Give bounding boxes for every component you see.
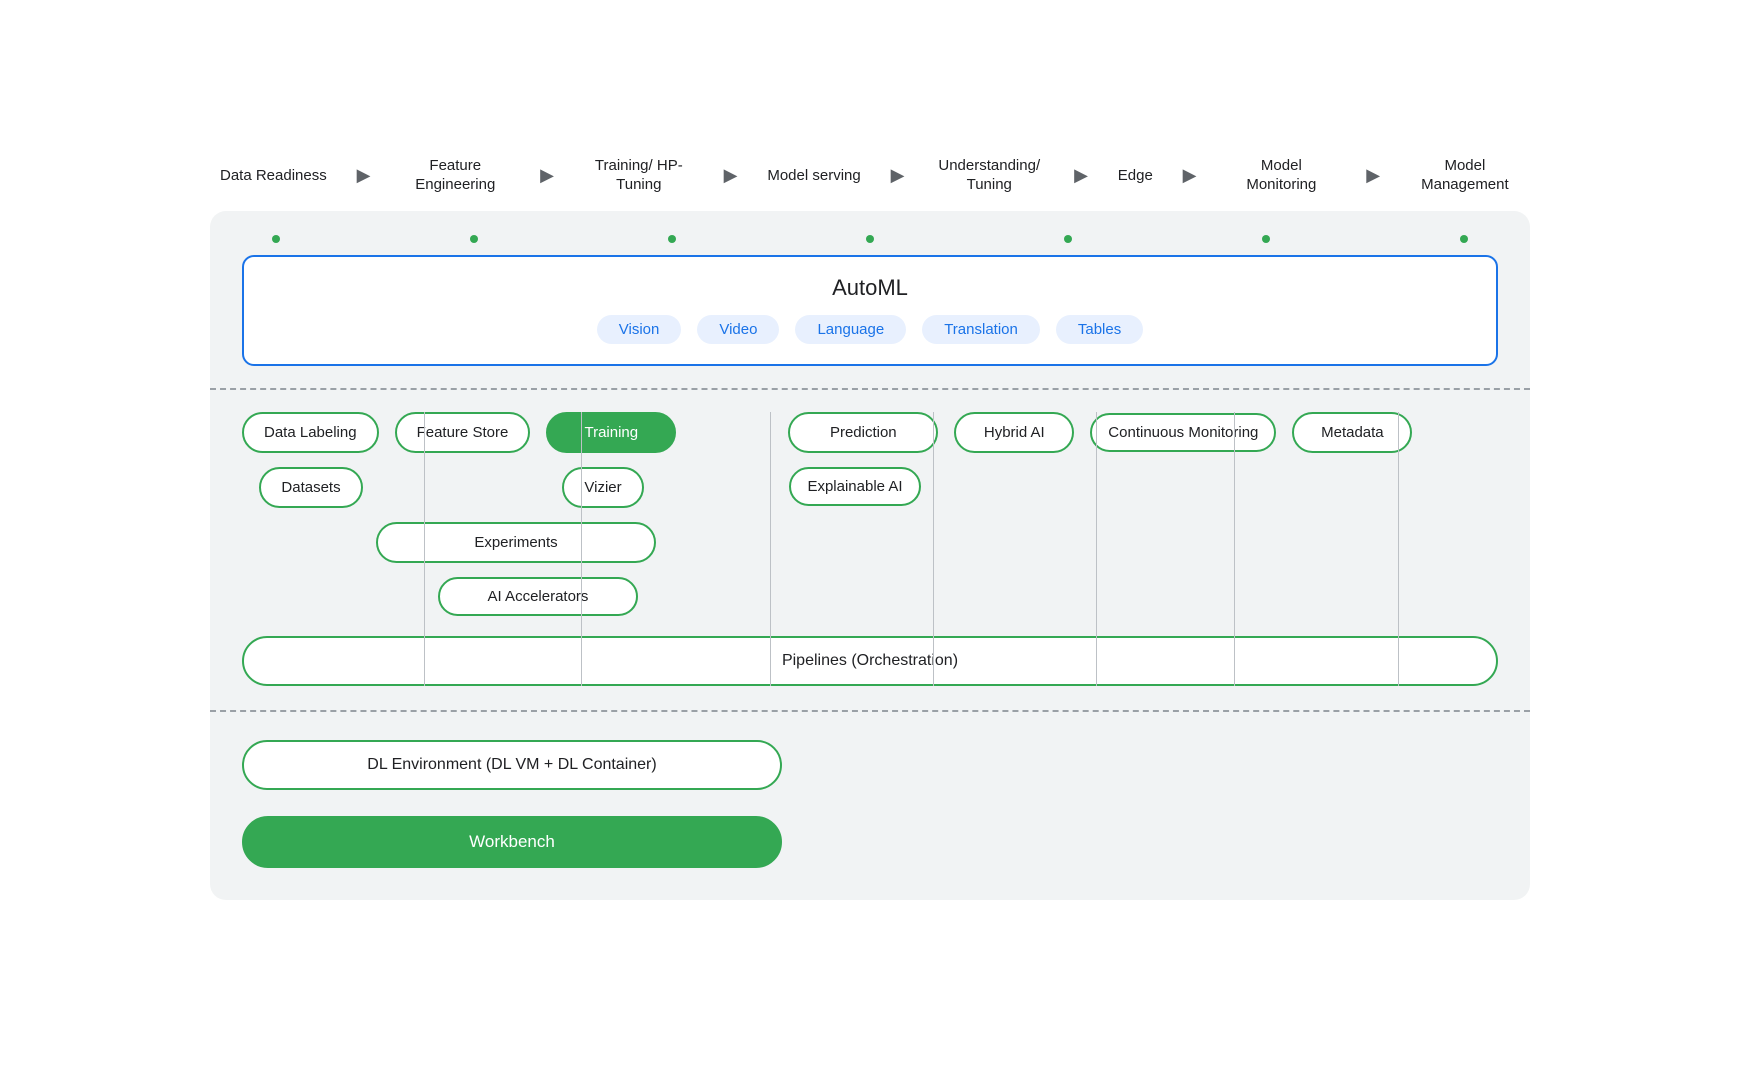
arrow-3: ▶ — [724, 165, 738, 186]
pill-experiments: Experiments — [376, 522, 656, 563]
dl-env-row: DL Environment (DL VM + DL Container) — [242, 740, 1498, 790]
explainable-col: Explainable AI — [780, 467, 930, 507]
automl-pills: Vision Video Language Translation Tables — [268, 315, 1472, 344]
pill-data-labeling: Data Labeling — [242, 412, 379, 453]
dot-5 — [1064, 235, 1072, 243]
pill-language: Language — [795, 315, 906, 344]
arrow-7: ▶ — [1366, 165, 1380, 186]
pill-metadata: Metadata — [1292, 412, 1412, 453]
main-row-3: Experiments — [242, 522, 1498, 563]
datasets-col: Datasets — [246, 467, 376, 508]
dl-env-pill: DL Environment (DL VM + DL Container) — [242, 740, 782, 790]
workbench-row: Workbench — [242, 804, 1498, 868]
main-row-4: AI Accelerators — [242, 577, 1498, 617]
step-edge: Edge — [1118, 166, 1153, 186]
pill-prediction: Prediction — [788, 412, 938, 453]
dot-6 — [1262, 235, 1270, 243]
arrow-5: ▶ — [1074, 165, 1088, 186]
automl-title: AutoML — [268, 275, 1472, 301]
step-model-management: Model Management — [1410, 156, 1520, 195]
workbench-pill: Workbench — [242, 816, 782, 868]
step-model-monitoring: Model Monitoring — [1226, 156, 1336, 195]
arrow-1: ▶ — [357, 165, 371, 186]
pill-feature-store: Feature Store — [395, 412, 531, 453]
step-data-readiness: Data Readiness — [220, 166, 327, 186]
pill-video: Video — [697, 315, 779, 344]
inner-content: Data Labeling Feature Store Training Pre… — [242, 412, 1498, 687]
arrow-6: ▶ — [1183, 165, 1197, 186]
pill-hybrid-ai: Hybrid AI — [954, 412, 1074, 453]
step-model-serving: Model serving — [767, 166, 860, 186]
step-feature-engineering: Feature Engineering — [400, 156, 510, 195]
diagram-wrapper: Data Readiness ▶ Feature Engineering ▶ T… — [170, 136, 1570, 941]
dot-3 — [668, 235, 676, 243]
pill-ai-accelerators: AI Accelerators — [438, 577, 638, 617]
dashed-divider-top — [210, 388, 1530, 390]
vizier-col: Vizier — [538, 467, 668, 508]
pill-explainable-ai: Explainable AI — [789, 467, 920, 507]
pill-tables: Tables — [1056, 315, 1143, 344]
dot-4 — [866, 235, 874, 243]
bottom-section: DL Environment (DL VM + DL Container) Wo… — [242, 740, 1498, 868]
pill-training: Training — [546, 412, 676, 453]
pipelines-pill: Pipelines (Orchestration) — [242, 636, 1498, 686]
main-area: AutoML Vision Video Language Translation… — [210, 211, 1530, 901]
main-row-2: Datasets Vizier Explainable AI — [242, 467, 1498, 508]
step-understanding: Understanding/ Tuning — [934, 156, 1044, 195]
dashed-divider-bottom — [210, 710, 1530, 712]
main-row-1: Data Labeling Feature Store Training Pre… — [242, 412, 1498, 453]
dot-1 — [272, 235, 280, 243]
dot-2 — [470, 235, 478, 243]
pill-vizier: Vizier — [562, 467, 643, 508]
arrow-2: ▶ — [540, 165, 554, 186]
pill-datasets: Datasets — [259, 467, 362, 508]
dot-7 — [1460, 235, 1468, 243]
pipelines-row: Pipelines (Orchestration) — [242, 636, 1498, 686]
pill-continuous-monitoring: Continuous Monitoring — [1090, 413, 1276, 453]
automl-box: AutoML Vision Video Language Translation… — [242, 255, 1498, 366]
arrow-4: ▶ — [891, 165, 905, 186]
step-training-hp: Training/ HP-Tuning — [584, 156, 694, 195]
dots-row — [242, 235, 1498, 243]
pill-vision: Vision — [597, 315, 682, 344]
pill-translation: Translation — [922, 315, 1040, 344]
pipeline-header: Data Readiness ▶ Feature Engineering ▶ T… — [210, 156, 1530, 195]
